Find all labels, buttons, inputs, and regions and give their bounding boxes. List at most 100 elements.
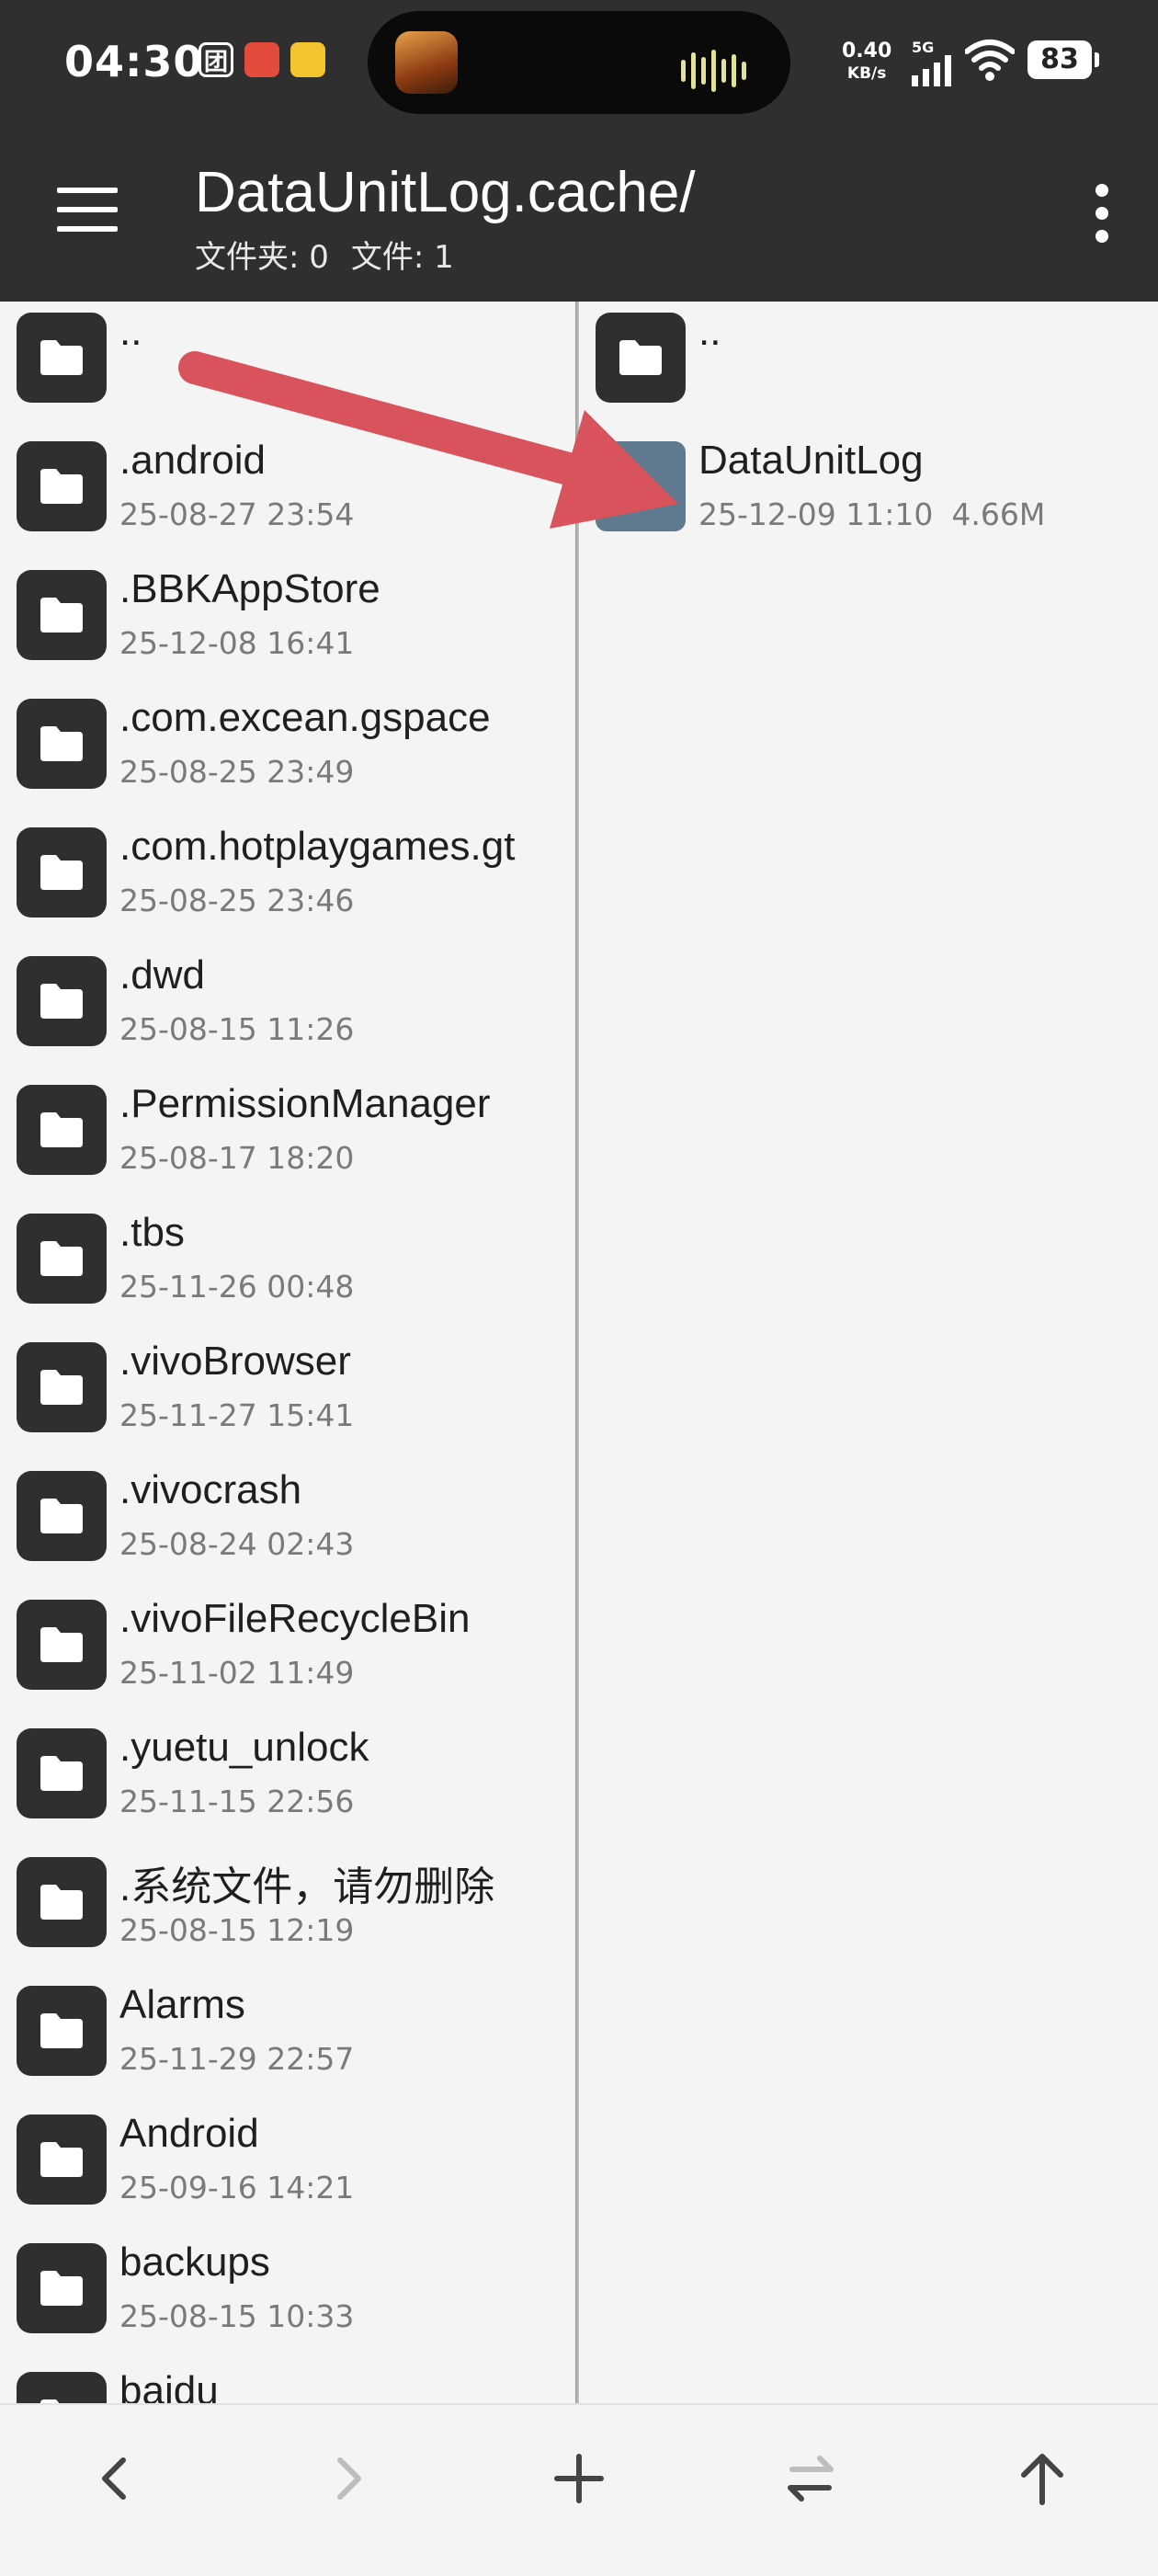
folder-date: 25-08-15 10:33 [119,2298,355,2334]
folder-name: Alarms [119,1982,245,2027]
file-date: 25-12-09 11:10 [698,496,934,532]
folder-icon [17,1986,107,2076]
status-bar: 04:30 团 0.40 KB/s 5G 83 [0,0,1158,129]
folder-name: .com.hotplaygames.gt [119,824,516,869]
file-name: DataUnitLog [698,438,924,483]
folder-icon [17,699,107,789]
folder-row[interactable]: Android 25-09-16 14:21 [0,2103,575,2232]
folder-name: backups [119,2240,270,2285]
back-icon[interactable] [79,2442,153,2515]
audio-wave-icon [681,50,746,92]
folder-date: 25-11-27 15:41 [119,1397,355,1433]
row-name: .. [698,309,721,354]
right-file-pane[interactable]: .. DataUnitLog 25-12-09 11:10 4.66M [579,302,1158,2403]
status-time: 04:30 [64,37,204,86]
folder-row[interactable]: .vivoBrowser 25-11-27 15:41 [0,1331,575,1460]
folder-name: .com.excean.gspace [119,695,491,740]
folder-name: baidu [119,2368,219,2403]
folder-row[interactable]: .vivocrash 25-08-24 02:43 [0,1460,575,1589]
folder-icon [17,1085,107,1175]
folder-row[interactable]: .dwd 25-08-15 11:26 [0,945,575,1074]
folder-date: 25-08-24 02:43 [119,1526,355,1562]
folder-icon [596,313,686,403]
folder-icon [17,827,107,918]
file-icon [596,441,686,531]
folder-icon [17,1728,107,1818]
folder-row[interactable]: .BBKAppStore 25-12-08 16:41 [0,559,575,688]
folder-row[interactable]: .vivoFileRecycleBin 25-11-02 11:49 [0,1589,575,1717]
red-app-icon [244,42,279,77]
file-row[interactable]: DataUnitLog 25-12-09 11:10 4.66M [579,430,1158,559]
folder-name: .PermissionManager [119,1081,491,1126]
folder-name: .android [119,438,267,483]
folder-date: 25-08-15 12:19 [119,1912,355,1948]
folder-date: 25-11-15 22:56 [119,1784,355,1819]
folder-date: 25-08-27 23:54 [119,496,355,532]
folder-name: .vivoFileRecycleBin [119,1596,471,1641]
dynamic-island[interactable] [368,11,790,114]
left-file-pane[interactable]: .. .android 25-08-27 23:54 .BBKAppStore 25-… [0,302,575,2403]
folder-row[interactable]: .yuetu_unlock 25-11-15 22:56 [0,1717,575,1846]
bottom-toolbar [0,2403,1158,2576]
folder-row[interactable]: Alarms 25-11-29 22:57 [0,1975,575,2103]
folder-row[interactable]: .com.hotplaygames.gt 25-08-25 23:46 [0,816,575,945]
folder-icon [17,1214,107,1304]
more-vert-icon[interactable] [1096,184,1110,243]
folder-name: .tbs [119,1210,185,1255]
row-name: .. [119,309,142,354]
folder-name: .yuetu_unlock [119,1725,369,1770]
folder-date: 25-08-25 23:49 [119,754,355,790]
folder-name: .dwd [119,952,205,997]
folder-date: 25-08-15 11:26 [119,1011,355,1047]
folder-date: 25-11-29 22:57 [119,2041,355,2077]
swap-icon[interactable] [774,2442,847,2515]
file-meta: 25-12-09 11:10 4.66M [698,496,1045,532]
folder-icon [17,441,107,531]
folder-icon [17,1857,107,1947]
folder-row[interactable]: .PermissionManager 25-08-17 18:20 [0,1074,575,1203]
folder-row[interactable]: .com.excean.gspace 25-08-25 23:49 [0,688,575,816]
battery-icon: 83 [1027,40,1099,79]
signal-icon: 5G [912,40,954,90]
hamburger-icon[interactable] [57,188,118,232]
page-title: DataUnitLog.cache/ [195,161,696,224]
folder-count: 文件夹: 0 [195,239,329,276]
up-icon[interactable] [1005,2442,1079,2515]
folder-date: 25-09-16 14:21 [119,2170,355,2206]
folder-icon [17,1600,107,1690]
folder-name: .系统文件，请勿删除 [119,1864,495,1909]
folder-row[interactable]: .系统文件，请勿删除 25-08-15 12:19 [0,1846,575,1975]
folder-name: .vivocrash [119,1467,302,1512]
folder-icon [17,2372,107,2403]
folder-date: 25-08-25 23:46 [119,883,355,918]
folder-name: Android [119,2111,259,2156]
folder-icon [17,1471,107,1561]
parent-dir-row[interactable]: .. [579,302,1158,430]
parent-dir-row[interactable]: .. [0,302,575,430]
file-count: 文件: 1 [350,239,454,276]
app-bar: DataUnitLog.cache/ 文件夹: 0 文件: 1 [0,129,1158,302]
add-icon[interactable] [542,2442,616,2515]
folder-date: 25-08-17 18:20 [119,1140,355,1176]
folder-date: 25-11-26 00:48 [119,1269,355,1305]
net-speed: 0.40 KB/s [842,40,892,84]
folder-icon [17,313,107,403]
folder-icon [17,1342,107,1432]
folder-icon [17,956,107,1046]
media-thumbnail-icon [395,31,458,94]
folder-row[interactable]: backups 25-08-15 10:33 [0,2232,575,2361]
folder-row[interactable]: baidu [0,2361,575,2403]
folder-date: 25-11-02 11:49 [119,1655,355,1691]
notification-icons: 团 [199,42,325,77]
tuan-app-icon: 团 [199,42,233,77]
file-size: 4.66M [951,496,1046,532]
folder-row[interactable]: .android 25-08-27 23:54 [0,430,575,559]
folder-name: .vivoBrowser [119,1339,351,1384]
folder-row[interactable]: .tbs 25-11-26 00:48 [0,1203,575,1331]
item-counts: 文件夹: 0 文件: 1 [195,232,476,277]
notes-app-icon [290,42,325,77]
forward-icon[interactable] [311,2442,384,2515]
folder-icon [17,570,107,660]
wifi-icon [964,39,1016,85]
folder-icon [17,2114,107,2205]
